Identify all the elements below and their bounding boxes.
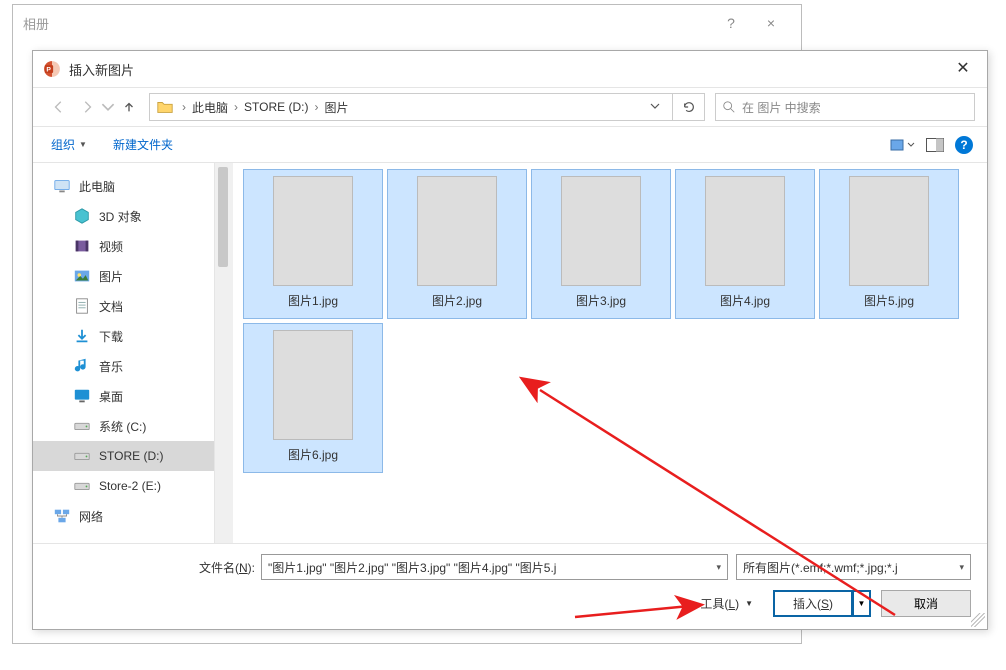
tree-item-documents[interactable]: 文档 [33, 291, 214, 321]
chevron-right-icon: › [178, 100, 190, 114]
chevron-right-icon: › [310, 100, 322, 114]
toolbar: 组织▼ 新建文件夹 ? [33, 127, 987, 163]
tree-item-e[interactable]: Store-2 (E:) [33, 471, 214, 501]
folder-tree[interactable]: 此电脑3D 对象视频图片文档下载音乐桌面系统 (C:)STORE (D:)Sto… [33, 163, 215, 543]
resize-grip[interactable] [971, 613, 985, 627]
search-input[interactable]: 在 图片 中搜索 [715, 93, 975, 121]
dialog-titlebar: P 插入新图片 ✕ [33, 51, 987, 87]
file-name: 图片2.jpg [432, 292, 482, 309]
drive-icon [73, 417, 91, 435]
file-thumbnail [849, 176, 929, 286]
pc-icon [53, 177, 71, 195]
breadcrumb-bar[interactable]: › 此电脑 › STORE (D:) › 图片 [149, 93, 673, 121]
video-icon [73, 237, 91, 255]
preview-pane-button[interactable] [921, 133, 949, 157]
nav-up-button[interactable] [115, 93, 143, 121]
chevron-right-icon: › [230, 100, 242, 114]
breadcrumb-dropdown[interactable] [644, 100, 666, 114]
tree-item-downloads[interactable]: 下载 [33, 321, 214, 351]
file-thumbnail [561, 176, 641, 286]
breadcrumb-segment[interactable]: 此电脑 [190, 99, 230, 116]
net-icon [53, 507, 71, 525]
album-help-button[interactable]: ? [711, 15, 751, 31]
album-close-button[interactable]: × [751, 15, 791, 31]
help-button[interactable]: ? [955, 136, 973, 154]
dialog-body: 此电脑3D 对象视频图片文档下载音乐桌面系统 (C:)STORE (D:)Sto… [33, 163, 987, 543]
file-name: 图片6.jpg [288, 446, 338, 463]
file-thumbnail [273, 176, 353, 286]
file-item[interactable]: 图片1.jpg [243, 169, 383, 319]
insert-dropdown[interactable]: ▼ [853, 590, 871, 617]
dl-icon [73, 327, 91, 345]
new-folder-button[interactable]: 新建文件夹 [109, 132, 177, 157]
music-icon [73, 357, 91, 375]
powerpoint-icon: P [43, 60, 61, 78]
breadcrumb-segment[interactable]: 图片 [322, 99, 350, 116]
tree-item-videos[interactable]: 视频 [33, 231, 214, 261]
file-name: 图片3.jpg [576, 292, 626, 309]
tree-item-music[interactable]: 音乐 [33, 351, 214, 381]
breadcrumb-segment[interactable]: STORE (D:) [242, 100, 310, 114]
file-thumbnail [273, 330, 353, 440]
pic-icon [73, 267, 91, 285]
tree-item-net[interactable]: 网络 [33, 501, 214, 531]
folder-icon [156, 98, 174, 116]
file-item[interactable]: 图片5.jpg [819, 169, 959, 319]
search-icon [722, 100, 736, 114]
organize-button[interactable]: 组织▼ [47, 132, 91, 157]
svg-text:P: P [46, 66, 51, 73]
dialog-title: 插入新图片 [69, 60, 943, 79]
dialog-close-button[interactable]: ✕ [943, 53, 983, 85]
file-name: 图片4.jpg [720, 292, 770, 309]
file-item[interactable]: 图片4.jpg [675, 169, 815, 319]
tree-item-this-pc[interactable]: 此电脑 [33, 171, 214, 201]
doc-icon [73, 297, 91, 315]
filename-input[interactable]: "图片1.jpg" "图片2.jpg" "图片3.jpg" "图片4.jpg" … [261, 554, 728, 580]
file-list-area[interactable]: 图片1.jpg 图片2.jpg 图片3.jpg 图片4.jpg 图片5.jpg 图片6.j… [215, 163, 987, 543]
view-options-button[interactable] [889, 133, 917, 157]
file-thumbnail [417, 176, 497, 286]
tree-item-desktop[interactable]: 桌面 [33, 381, 214, 411]
nav-back-button[interactable] [45, 93, 73, 121]
file-thumbnail [705, 176, 785, 286]
drive-icon [73, 447, 91, 465]
desktop-icon [73, 387, 91, 405]
file-name: 图片1.jpg [288, 292, 338, 309]
filetype-filter[interactable]: 所有图片(*.emf;*.wmf;*.jpg;*.j [736, 554, 971, 580]
file-item[interactable]: 图片2.jpg [387, 169, 527, 319]
tree-item-pictures[interactable]: 图片 [33, 261, 214, 291]
album-titlebar: 相册 ? × [13, 5, 801, 41]
dialog-bottom: 文件名(N): "图片1.jpg" "图片2.jpg" "图片3.jpg" "图… [33, 543, 987, 629]
nav-recent-dropdown[interactable] [101, 93, 115, 121]
file-item[interactable]: 图片6.jpg [243, 323, 383, 473]
insert-button[interactable]: 插入(S) [773, 590, 853, 617]
insert-button-group: 插入(S) ▼ [773, 590, 871, 617]
scrollbar-track[interactable] [215, 163, 233, 543]
cancel-button[interactable]: 取消 [881, 590, 971, 617]
tree-item-c[interactable]: 系统 (C:) [33, 411, 214, 441]
insert-picture-dialog: P 插入新图片 ✕ › 此电脑 › STORE (D:) › 图片 在 图片 中… [32, 50, 988, 630]
refresh-button[interactable] [673, 93, 705, 121]
file-name: 图片5.jpg [864, 292, 914, 309]
tools-button[interactable]: 工具(L)▼ [694, 591, 759, 616]
tree-item-d[interactable]: STORE (D:) [33, 441, 214, 471]
drive-icon [73, 477, 91, 495]
nav-forward-button[interactable] [73, 93, 101, 121]
3d-icon [73, 207, 91, 225]
nav-bar: › 此电脑 › STORE (D:) › 图片 在 图片 中搜索 [33, 87, 987, 127]
filename-label: 文件名(N): [199, 559, 255, 576]
tree-item-3d[interactable]: 3D 对象 [33, 201, 214, 231]
file-item[interactable]: 图片3.jpg [531, 169, 671, 319]
scrollbar-thumb[interactable] [218, 167, 228, 267]
album-title: 相册 [23, 14, 711, 33]
